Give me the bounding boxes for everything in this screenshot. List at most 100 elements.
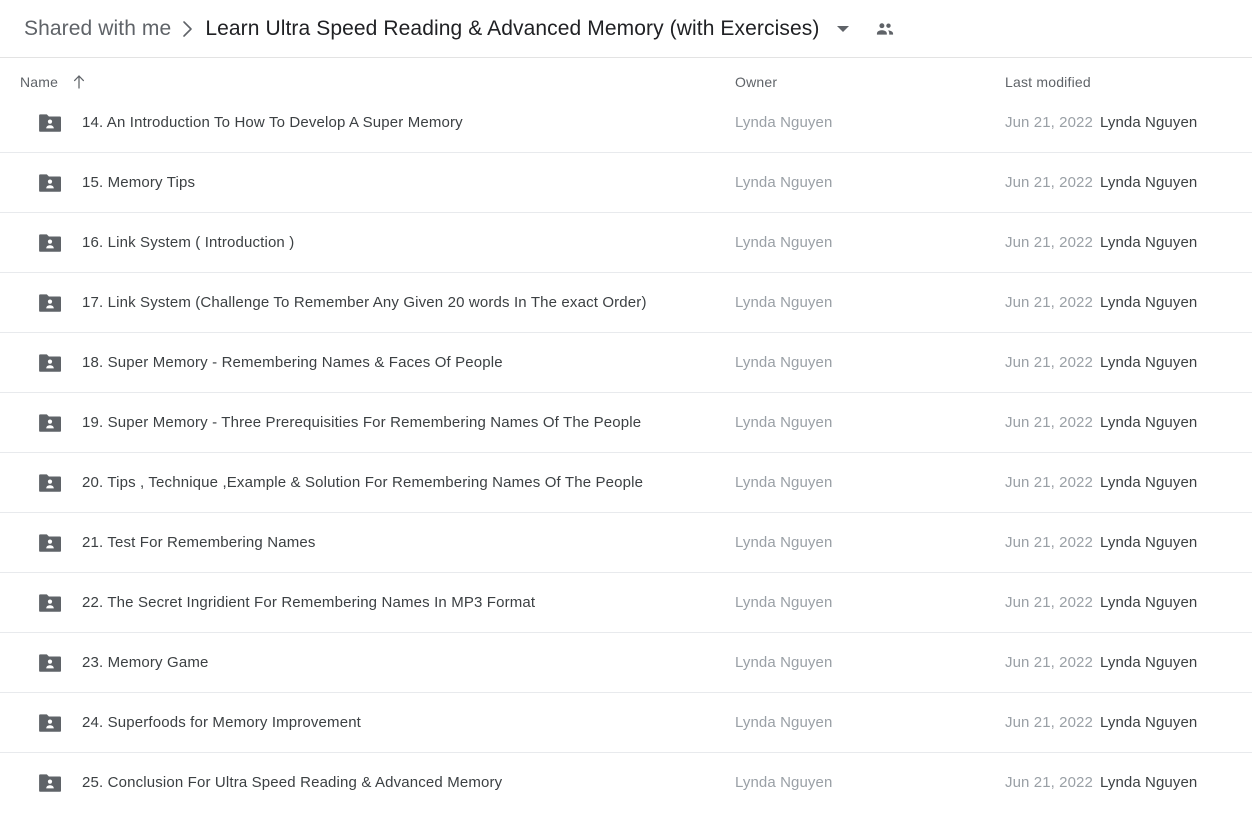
last-modified-date: Jun 21, 2022 [1005, 294, 1093, 311]
owner-cell: Lynda Nguyen [735, 774, 833, 791]
last-modified-date: Jun 21, 2022 [1005, 774, 1093, 791]
people-icon[interactable] [867, 11, 903, 47]
file-name-cell[interactable]: 17. Link System (Challenge To Remember A… [0, 293, 735, 313]
chevron-right-icon [171, 17, 205, 41]
table-row[interactable]: 20. Tips , Technique ,Example & Solution… [0, 452, 1252, 512]
last-modified-by: Lynda Nguyen [1099, 714, 1198, 731]
file-name-label: 14. An Introduction To How To Develop A … [82, 114, 463, 131]
shared-folder-icon [38, 173, 62, 193]
owner-cell: Lynda Nguyen [735, 354, 833, 371]
last-modified-by: Lynda Nguyen [1099, 594, 1198, 611]
file-name-cell[interactable]: 15. Memory Tips [0, 173, 735, 193]
shared-folder-icon [38, 353, 62, 373]
file-name-label: 20. Tips , Technique ,Example & Solution… [82, 474, 644, 491]
shared-folder-icon [38, 233, 62, 253]
column-header-row: Name Owner Last modified [0, 58, 1252, 106]
last-modified-cell: Jun 21, 2022 Lynda Nguyen [1005, 294, 1252, 311]
file-name-cell[interactable]: 22. The Secret Ingridient For Rememberin… [0, 593, 735, 613]
last-modified-cell: Jun 21, 2022 Lynda Nguyen [1005, 234, 1252, 251]
table-row[interactable]: 21. Test For Remembering Names Lynda Nguy… [0, 512, 1252, 572]
file-name-label: 22. The Secret Ingridient For Rememberin… [82, 594, 536, 611]
file-name-label: 25. Conclusion For Ultra Speed Reading &… [82, 774, 503, 791]
table-row[interactable]: 24. Superfoods for Memory Improvement Lyn… [0, 692, 1252, 752]
owner-cell: Lynda Nguyen [735, 414, 833, 431]
shared-folder-icon [38, 473, 62, 493]
last-modified-date: Jun 21, 2022 [1005, 534, 1093, 551]
last-modified-cell: Jun 21, 2022 Lynda Nguyen [1005, 474, 1252, 491]
shared-folder-icon [38, 773, 62, 793]
file-name-label: 17. Link System (Challenge To Remember A… [82, 294, 647, 311]
last-modified-cell: Jun 21, 2022 Lynda Nguyen [1005, 354, 1252, 371]
last-modified-cell: Jun 21, 2022 Lynda Nguyen [1005, 114, 1252, 131]
last-modified-by: Lynda Nguyen [1099, 414, 1198, 431]
table-row[interactable]: 14. An Introduction To How To Develop A … [0, 106, 1252, 152]
file-name-cell[interactable]: 24. Superfoods for Memory Improvement [0, 713, 735, 733]
last-modified-date: Jun 21, 2022 [1005, 234, 1093, 251]
file-name-cell[interactable]: 25. Conclusion For Ultra Speed Reading &… [0, 773, 735, 793]
last-modified-by: Lynda Nguyen [1099, 114, 1198, 131]
file-name-label: 19. Super Memory - Three Prerequisities … [82, 414, 642, 431]
arrow-up-icon[interactable] [72, 74, 86, 90]
shared-folder-icon [38, 293, 62, 313]
last-modified-by: Lynda Nguyen [1099, 474, 1198, 491]
last-modified-cell: Jun 21, 2022 Lynda Nguyen [1005, 534, 1252, 551]
file-list: 14. An Introduction To How To Develop A … [0, 106, 1252, 805]
last-modified-cell: Jun 21, 2022 Lynda Nguyen [1005, 654, 1252, 671]
file-name-cell[interactable]: 16. Link System ( Introduction ) [0, 233, 735, 253]
column-header-last-modified[interactable]: Last modified [1005, 74, 1238, 90]
table-row[interactable]: 25. Conclusion For Ultra Speed Reading &… [0, 752, 1252, 805]
last-modified-cell: Jun 21, 2022 Lynda Nguyen [1005, 414, 1252, 431]
owner-cell: Lynda Nguyen [735, 534, 833, 551]
shared-folder-icon [38, 593, 62, 613]
table-row[interactable]: 23. Memory Game Lynda Nguyen Jun 21, 2022 L… [0, 632, 1252, 692]
last-modified-by: Lynda Nguyen [1099, 774, 1198, 791]
breadcrumb-current-folder: Learn Ultra Speed Reading & Advanced Mem… [205, 16, 820, 40]
last-modified-date: Jun 21, 2022 [1005, 654, 1093, 671]
breadcrumb-shared-with-me[interactable]: Shared with me [24, 17, 171, 41]
shared-folder-icon [38, 413, 62, 433]
file-name-label: 16. Link System ( Introduction ) [82, 234, 295, 251]
owner-cell: Lynda Nguyen [735, 654, 833, 671]
last-modified-by: Lynda Nguyen [1099, 234, 1198, 251]
owner-cell: Lynda Nguyen [735, 294, 833, 311]
last-modified-by: Lynda Nguyen [1099, 294, 1198, 311]
caret-down-icon[interactable] [825, 11, 861, 47]
last-modified-date: Jun 21, 2022 [1005, 354, 1093, 371]
owner-cell: Lynda Nguyen [735, 594, 833, 611]
shared-folder-icon [38, 713, 62, 733]
file-name-label: 24. Superfoods for Memory Improvement [82, 714, 361, 731]
table-row[interactable]: 16. Link System ( Introduction ) Lynda Ng… [0, 212, 1252, 272]
table-row[interactable]: 19. Super Memory - Three Prerequisities … [0, 392, 1252, 452]
table-row[interactable]: 15. Memory Tips Lynda Nguyen Jun 21, 2022 L… [0, 152, 1252, 212]
owner-cell: Lynda Nguyen [735, 174, 833, 191]
last-modified-date: Jun 21, 2022 [1005, 174, 1093, 191]
file-name-cell[interactable]: 21. Test For Remembering Names [0, 533, 735, 553]
table-row[interactable]: 22. The Secret Ingridient For Rememberin… [0, 572, 1252, 632]
last-modified-date: Jun 21, 2022 [1005, 414, 1093, 431]
file-name-cell[interactable]: 18. Super Memory - Remembering Names & F… [0, 353, 735, 373]
last-modified-cell: Jun 21, 2022 Lynda Nguyen [1005, 174, 1252, 191]
owner-cell: Lynda Nguyen [735, 714, 833, 731]
shared-folder-icon [38, 533, 62, 553]
file-name-label: 15. Memory Tips [82, 174, 196, 191]
last-modified-cell: Jun 21, 2022 Lynda Nguyen [1005, 594, 1252, 611]
file-name-cell[interactable]: 14. An Introduction To How To Develop A … [0, 113, 735, 133]
file-name-cell[interactable]: 20. Tips , Technique ,Example & Solution… [0, 473, 735, 493]
shared-folder-icon [38, 653, 62, 673]
column-header-name[interactable]: Name [0, 74, 735, 90]
table-row[interactable]: 18. Super Memory - Remembering Names & F… [0, 332, 1252, 392]
last-modified-by: Lynda Nguyen [1099, 174, 1198, 191]
owner-cell: Lynda Nguyen [735, 114, 833, 131]
file-name-cell[interactable]: 23. Memory Game [0, 653, 735, 673]
last-modified-by: Lynda Nguyen [1099, 654, 1198, 671]
file-name-label: 23. Memory Game [82, 654, 209, 671]
last-modified-date: Jun 21, 2022 [1005, 594, 1093, 611]
column-header-owner[interactable]: Owner [735, 74, 1005, 90]
file-name-label: 21. Test For Remembering Names [82, 534, 316, 551]
file-list-viewport[interactable]: 14. An Introduction To How To Develop A … [0, 106, 1252, 805]
table-row[interactable]: 17. Link System (Challenge To Remember A… [0, 272, 1252, 332]
file-name-cell[interactable]: 19. Super Memory - Three Prerequisities … [0, 413, 735, 433]
last-modified-date: Jun 21, 2022 [1005, 114, 1093, 131]
last-modified-date: Jun 21, 2022 [1005, 714, 1093, 731]
last-modified-by: Lynda Nguyen [1099, 354, 1198, 371]
